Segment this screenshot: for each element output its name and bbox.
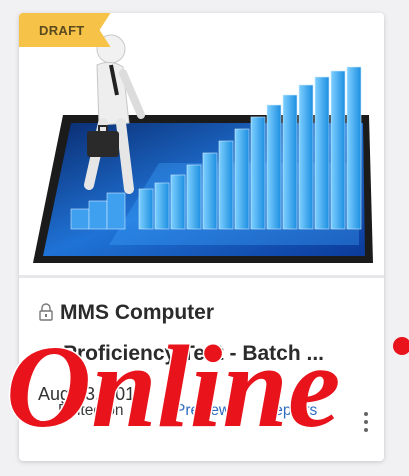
reports-link[interactable]: Reports — [263, 402, 317, 420]
edited-on-label: Edited on — [58, 402, 124, 419]
divider — [19, 275, 384, 278]
lock-icon — [39, 303, 53, 321]
draft-badge: DRAFT — [19, 13, 111, 47]
more-vertical-icon[interactable] — [363, 410, 369, 434]
online-overlay-mark — [393, 337, 409, 355]
test-title-line1[interactable]: MMS Computer — [60, 301, 214, 325]
preview-link[interactable]: Preview — [175, 402, 230, 420]
test-title-line2[interactable]: Proficiency Test - Batch ... — [63, 342, 324, 366]
test-thumbnail[interactable]: DRAFT — [19, 13, 384, 275]
card-footer: Edited on Preview Reports — [58, 402, 358, 426]
thumbnail-illustration — [33, 34, 373, 263]
